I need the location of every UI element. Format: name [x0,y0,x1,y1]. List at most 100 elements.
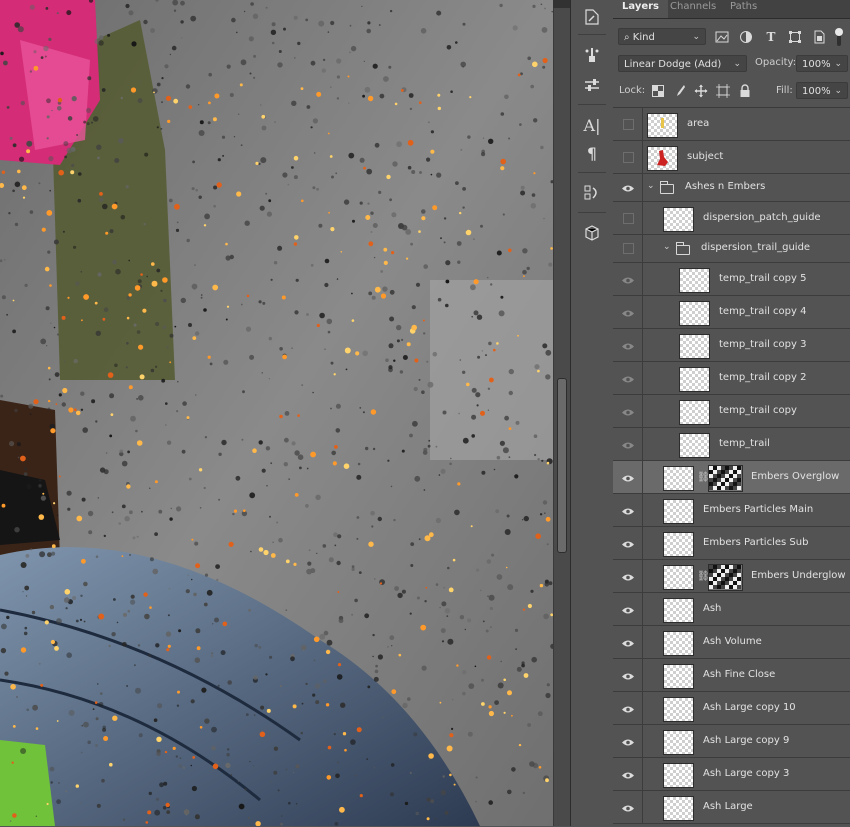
layer-row[interactable]: ⛓ Embers Underglow [613,560,850,593]
visibility-eye-icon[interactable] [619,701,637,717]
pixel-filter-icon[interactable] [713,28,731,46]
layer-thumbnail[interactable] [663,697,694,722]
visibility-eye-icon[interactable] [619,470,637,486]
filter-toggle-switch[interactable] [834,27,844,47]
type-filter-icon[interactable]: T [762,28,780,46]
visibility-eye-icon[interactable] [619,734,637,750]
timeline-icon[interactable] [577,180,607,206]
layer-row[interactable]: Ash Large copy 3 [613,758,850,791]
canvas-vertical-scrollbar[interactable] [553,8,571,826]
paragraph-icon[interactable]: ¶ [577,140,607,166]
document-canvas[interactable] [0,0,553,826]
tab-layers[interactable]: Layers [613,0,668,18]
expand-chevron-icon[interactable]: ⌄ [663,242,671,252]
layer-thumbnail[interactable] [663,796,694,821]
layer-row[interactable]: subject [613,141,850,174]
layer-row[interactable]: temp_trail [613,428,850,461]
layer-row[interactable]: Ash [613,593,850,626]
visibility-toggle-off[interactable] [623,119,634,130]
ember-speck [239,83,243,87]
layer-thumbnail[interactable] [663,598,694,623]
layer-thumbnail[interactable] [663,763,694,788]
layer-group-row[interactable]: ⌄ dispersion_trail_guide [613,235,850,263]
lock-transparent-pixels-icon[interactable] [650,83,666,99]
layer-row[interactable]: area [613,108,850,141]
layer-thumbnail[interactable] [663,499,694,524]
visibility-eye-icon[interactable] [619,437,637,453]
layer-thumbnail[interactable] [663,532,694,557]
layer-thumbnail[interactable] [679,301,710,326]
mask-link-icon[interactable]: ⛓ [697,471,710,485]
blend-mode-select[interactable]: Linear Dodge (Add) ⌄ [618,55,747,72]
layer-row[interactable]: temp_trail copy 2 [613,362,850,395]
layer-mask-thumbnail[interactable] [708,564,743,591]
visibility-toggle-off[interactable] [623,152,634,163]
visibility-eye-icon[interactable] [619,767,637,783]
opacity-input[interactable]: 100% ⌄ [796,55,848,72]
visibility-eye-icon[interactable] [619,569,637,585]
visibility-eye-icon[interactable] [619,503,637,519]
layer-row[interactable]: Embers Particles Main [613,494,850,527]
character-icon[interactable]: A| [577,112,607,138]
layer-row[interactable]: dispersion_patch_guide [613,202,850,235]
visibility-eye-icon[interactable] [619,536,637,552]
visibility-eye-icon[interactable] [619,404,637,420]
brush-presets-icon[interactable] [577,42,607,68]
layer-thumbnail[interactable] [663,664,694,689]
layer-thumbnail[interactable] [679,433,710,458]
layer-row[interactable]: ⛓ Embers Overglow [613,461,850,494]
layer-mask-thumbnail[interactable] [708,465,743,492]
visibility-eye-icon[interactable] [619,800,637,816]
layer-thumbnail[interactable] [663,565,694,590]
layer-row[interactable]: temp_trail copy [613,395,850,428]
layer-row[interactable]: temp_trail copy 4 [613,296,850,329]
layer-thumbnail[interactable] [679,367,710,392]
layer-thumbnail[interactable] [647,113,678,138]
layer-filter-kind-select[interactable]: ⌕ Kind ⌄ [618,28,706,45]
layer-row[interactable]: temp_trail copy 3 [613,329,850,362]
layer-group-row[interactable]: ⌄ Ashes n Embers [613,174,850,202]
shape-filter-icon[interactable] [786,28,804,46]
visibility-eye-icon[interactable] [619,635,637,651]
visibility-eye-icon[interactable] [619,668,637,684]
lock-image-pixels-icon[interactable] [672,83,688,99]
fill-input[interactable]: 100% ⌄ [796,82,848,99]
adjustment-filter-icon[interactable] [737,28,755,46]
layer-row[interactable]: Ash Fine Close [613,659,850,692]
adjustments-sliders-icon[interactable] [577,72,607,98]
layer-thumbnail[interactable] [679,268,710,293]
scrollbar-thumb[interactable] [557,378,567,553]
layer-thumbnail[interactable] [663,466,694,491]
expand-chevron-icon[interactable]: ⌄ [647,181,655,191]
layer-thumbnail[interactable] [679,334,710,359]
visibility-eye-icon[interactable] [619,338,637,354]
history-brush-icon[interactable] [577,4,607,30]
layer-row[interactable]: Ash Volume [613,626,850,659]
lock-position-icon[interactable] [693,83,709,99]
lock-all-icon[interactable] [737,83,753,99]
smart-object-filter-icon[interactable] [810,28,828,46]
visibility-eye-icon[interactable] [619,180,637,196]
layer-thumbnail[interactable] [663,730,694,755]
tab-channels[interactable]: Channels [661,0,725,18]
layer-thumbnail[interactable] [663,631,694,656]
visibility-eye-icon[interactable] [619,272,637,288]
layer-row[interactable]: Ash Large [613,791,850,824]
visibility-eye-icon[interactable] [619,602,637,618]
visibility-toggle-off[interactable] [623,213,634,224]
layer-thumbnail[interactable] [647,146,678,171]
layer-row[interactable]: Ash Large copy 9 [613,725,850,758]
layer-row[interactable]: Embers Particles Sub [613,527,850,560]
tab-paths[interactable]: Paths [721,0,766,18]
3d-cube-icon[interactable] [577,220,607,246]
layer-thumbnail[interactable] [679,400,710,425]
lock-artboard-icon[interactable] [715,83,731,99]
mask-link-icon[interactable]: ⛓ [697,570,710,584]
layer-row[interactable]: Ash Large copy 10 [613,692,850,725]
layer-thumbnail[interactable] [663,207,694,232]
ash-speck [152,88,158,94]
visibility-eye-icon[interactable] [619,305,637,321]
visibility-eye-icon[interactable] [619,371,637,387]
visibility-toggle-off[interactable] [623,243,634,254]
layer-row[interactable]: temp_trail copy 5 [613,263,850,296]
